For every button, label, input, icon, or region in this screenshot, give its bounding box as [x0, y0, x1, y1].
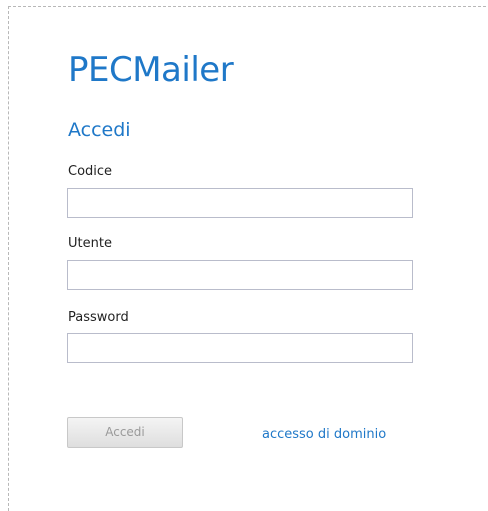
- utente-input[interactable]: [67, 260, 413, 290]
- password-label: Password: [68, 310, 129, 325]
- login-page: PECMailer Accedi Codice Utente Password …: [0, 0, 488, 511]
- password-input[interactable]: [67, 333, 413, 363]
- login-heading: Accedi: [68, 119, 131, 141]
- codice-label: Codice: [68, 164, 113, 179]
- app-logo: PECMailer: [68, 50, 234, 90]
- domain-access-link[interactable]: accesso di dominio: [262, 427, 386, 443]
- utente-label: Utente: [68, 236, 112, 251]
- login-button[interactable]: Accedi: [67, 417, 183, 448]
- codice-input[interactable]: [67, 188, 413, 218]
